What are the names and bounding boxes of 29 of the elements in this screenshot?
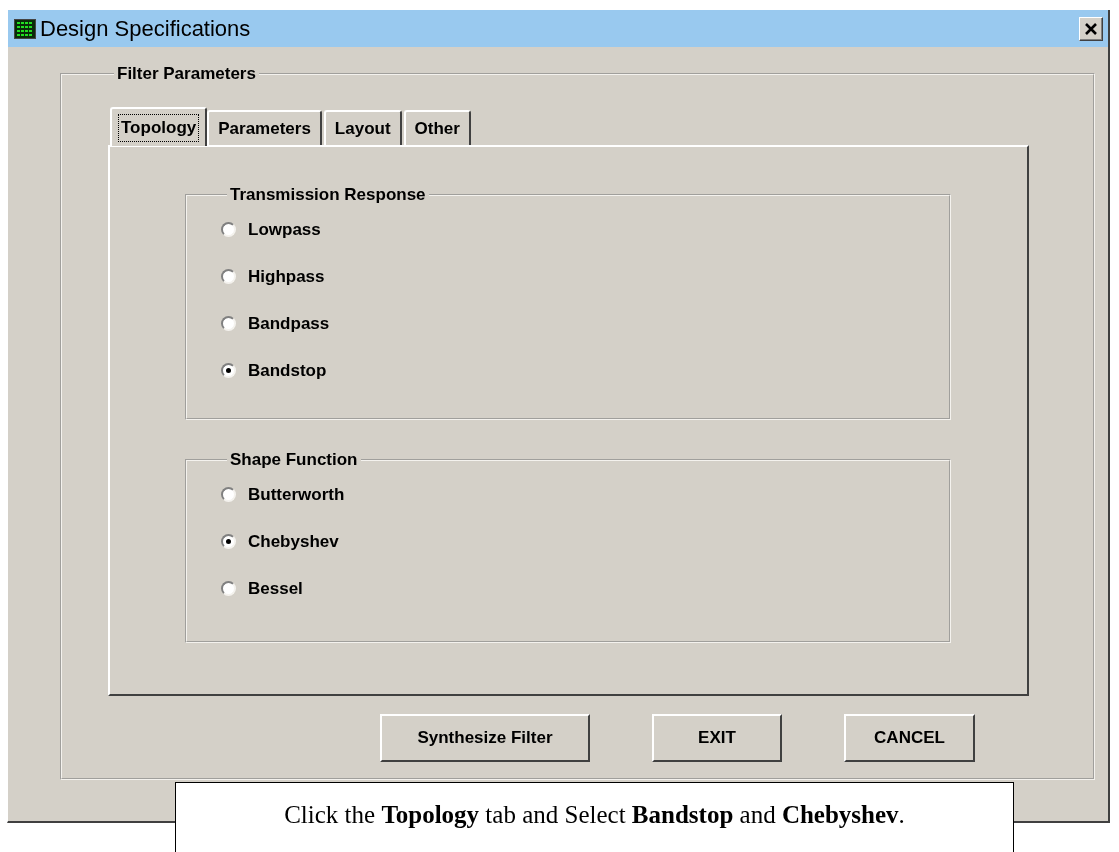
- option-label[interactable]: Chebyshev: [248, 531, 339, 552]
- option-label[interactable]: Lowpass: [248, 219, 321, 240]
- group-title: Filter Parameters: [116, 64, 257, 84]
- group-title: Shape Function: [229, 450, 359, 470]
- radio-button[interactable]: [221, 269, 236, 284]
- dialog-button[interactable]: EXIT: [652, 714, 782, 762]
- close-button[interactable]: [1079, 16, 1103, 41]
- option-label[interactable]: Butterworth: [248, 484, 345, 505]
- window-title: Design Specifications: [40, 15, 252, 42]
- dialog-button[interactable]: Synthesize Filter: [380, 714, 590, 762]
- tab[interactable]: Layout: [323, 110, 402, 145]
- radio-button[interactable]: [221, 487, 236, 502]
- option-label[interactable]: Bandpass: [248, 313, 330, 334]
- radio-button[interactable]: [221, 222, 236, 237]
- dialog-button[interactable]: CANCEL: [844, 714, 975, 762]
- tab[interactable]: Parameters: [207, 110, 322, 145]
- tab[interactable]: Other: [403, 110, 471, 145]
- instruction-text: Click the Topology tab and Select Bandstop and Chebyshev.: [284, 801, 905, 828]
- radio-button[interactable]: [221, 316, 236, 331]
- group-title: Transmission Response: [229, 185, 427, 205]
- radio-button[interactable]: [221, 363, 236, 378]
- tab[interactable]: Topology: [110, 107, 208, 146]
- radio-button[interactable]: [221, 581, 236, 596]
- option-label[interactable]: Bessel: [248, 578, 303, 599]
- grid-icon: [14, 18, 36, 39]
- option-label[interactable]: Bandstop: [248, 360, 327, 381]
- close-icon: [1084, 21, 1098, 36]
- radio-button[interactable]: [221, 534, 236, 549]
- option-label[interactable]: Highpass: [248, 266, 325, 287]
